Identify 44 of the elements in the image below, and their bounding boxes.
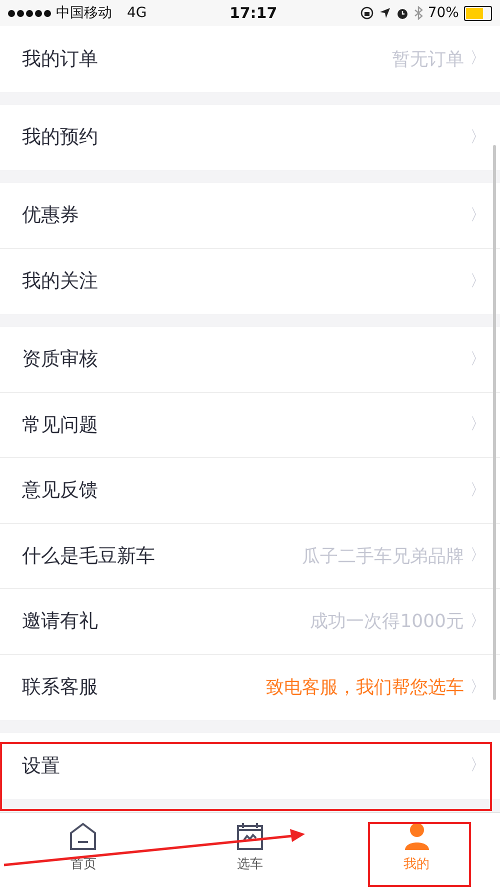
menu-item[interactable]: 我的订单 暂无订单 〉 [0,26,500,92]
menu-item[interactable]: 我的关注 〉 [0,248,500,314]
menu-item-label: 什么是毛豆新车 [22,544,155,569]
menu-item-label: 我的预约 [22,125,98,150]
menu-item-label: 联系客服 [22,675,98,700]
chevron-icon: 〉 [464,204,486,226]
menu-item[interactable]: 设置 〉 [0,733,500,798]
menu-item-hint: 暂无订单 [392,48,464,71]
rotation-lock-icon [360,6,374,20]
network-type: 4G [127,5,147,21]
menu-item-label: 邀请有礼 [22,609,98,634]
battery-icon [464,6,492,20]
menu-item-label: 我的订单 [22,46,98,72]
menu-item[interactable]: 联系客服 致电客服，我们帮您选车 〉 [0,654,500,720]
calendar-icon [235,820,265,850]
menu-item-hint: 瓜子二手车兄弟品牌 [302,544,464,568]
menu-item-hint: 成功一次得1000元 [310,610,464,634]
location-icon [378,7,391,19]
chevron-icon: 〉 [464,755,486,776]
menu-item-label: 优惠券 [22,203,79,228]
menu-item-label: 设置 [22,754,60,779]
alarm-icon [396,6,409,20]
menu-item-label: 我的关注 [22,269,98,294]
chevron-icon: 〉 [464,676,486,698]
signal-icon [8,10,51,16]
chevron-icon: 〉 [464,414,486,436]
clock-time: 17:17 [229,4,278,22]
chevron-icon: 〉 [464,610,486,632]
chevron-icon: 〉 [464,480,486,501]
chevron-icon: 〉 [464,545,486,566]
chevron-icon: 〉 [464,270,486,292]
house-icon [68,820,98,850]
menu-item-hint: 致电客服，我们帮您选车 [266,676,464,700]
menu-item-label: 常见问题 [22,412,98,438]
carrier-name: 中国移动 [56,4,112,22]
chevron-icon: 〉 [464,126,486,148]
menu-item[interactable]: 我的预约 〉 [0,104,500,170]
menu-item-label: 资质审核 [22,347,98,372]
menu-item-label: 意见反馈 [22,478,98,504]
chevron-icon: 〉 [464,48,486,70]
bluetooth-icon [414,6,423,20]
battery-percentage: 70% [428,5,459,21]
chevron-icon: 〉 [464,348,486,370]
tab-bar-item[interactable]: 选车 [166,820,334,872]
